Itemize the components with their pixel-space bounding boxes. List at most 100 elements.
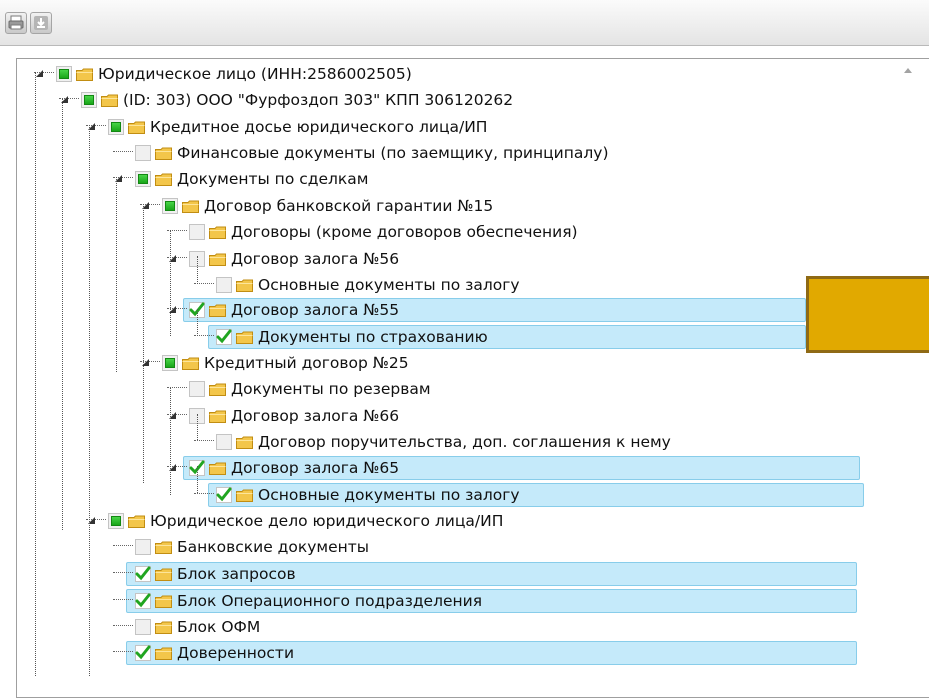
tree-node-label[interactable]: Договор банковской гарантии №15: [204, 196, 493, 216]
tree-node[interactable]: Финансовые документы (по заемщику, принц…: [0, 140, 929, 166]
checkbox[interactable]: [135, 619, 151, 635]
checkbox[interactable]: [216, 277, 232, 293]
tree-node-label[interactable]: (ID: 303) ООО "Фурфоздоп 303" КПП 306120…: [123, 90, 513, 110]
tree-node[interactable]: Договор поручительства, доп. соглашения …: [0, 429, 929, 455]
tree-connector: [113, 572, 133, 574]
tree-node[interactable]: Блок Операционного подразделения: [0, 588, 929, 614]
tree-node-label[interactable]: Доверенности: [177, 643, 294, 663]
expand-toggle-icon[interactable]: [140, 355, 152, 367]
tree-node-label[interactable]: Блок Операционного подразделения: [177, 591, 482, 611]
expand-toggle-icon[interactable]: [113, 171, 125, 183]
expand-toggle-icon[interactable]: [167, 408, 179, 420]
folder-icon: [236, 330, 253, 344]
checkbox[interactable]: [108, 513, 124, 529]
tree-connector: [194, 493, 214, 495]
tree-node-label[interactable]: Документы по сделкам: [177, 169, 368, 189]
expand-toggle-icon[interactable]: [86, 513, 98, 525]
checkbox[interactable]: [216, 329, 232, 345]
folder-icon: [182, 356, 199, 370]
folder-icon: [236, 488, 253, 502]
tree-node-label[interactable]: Финансовые документы (по заемщику, принц…: [177, 143, 609, 163]
tree-node[interactable]: Договор залога №55: [0, 297, 929, 323]
tree-node-label[interactable]: Договор залога №56: [231, 249, 399, 269]
tree-node-label[interactable]: Юридическое лицо (ИНН:2586002505): [98, 64, 412, 84]
tree-node-label[interactable]: Основные документы по залогу: [258, 485, 520, 505]
tree-node-label[interactable]: Банковские документы: [177, 537, 369, 557]
folder-icon: [209, 461, 226, 475]
tree-node-label[interactable]: Кредитный договор №25: [204, 353, 409, 373]
folder-icon: [128, 120, 145, 134]
folder-icon: [76, 67, 93, 81]
expand-toggle-icon[interactable]: [167, 302, 179, 314]
tree-node[interactable]: Договор банковской гарантии №15: [0, 193, 929, 219]
checkbox[interactable]: [162, 198, 178, 214]
folder-icon: [155, 567, 172, 581]
checkbox[interactable]: [216, 487, 232, 503]
tree-node-label[interactable]: Основные документы по залогу: [258, 275, 520, 295]
tree-node-label[interactable]: Документы по страхованию: [258, 327, 488, 347]
print-button[interactable]: [5, 12, 27, 34]
folder-icon: [155, 540, 172, 554]
tree-node[interactable]: Документы по сделкам: [0, 166, 929, 192]
tree-node[interactable]: Юридическое лицо (ИНН:2586002505): [0, 61, 929, 87]
tree-node[interactable]: Договоры (кроме договоров обеспечения): [0, 219, 929, 245]
expand-toggle-icon[interactable]: [140, 198, 152, 210]
folder-icon: [101, 93, 118, 107]
expand-toggle-icon[interactable]: [167, 251, 179, 263]
expand-toggle-icon[interactable]: [167, 460, 179, 472]
tree-node[interactable]: Юридическое дело юридического лица/ИП: [0, 508, 929, 534]
folder-icon: [209, 225, 226, 239]
download-icon: [34, 16, 48, 30]
tree-connector: [113, 545, 133, 547]
tree-guide-line: [170, 388, 171, 495]
checkbox[interactable]: [135, 593, 151, 609]
tree-node[interactable]: Банковские документы: [0, 534, 929, 560]
tree-node-label[interactable]: Юридическое дело юридического лица/ИП: [150, 511, 503, 531]
folder-icon: [182, 199, 199, 213]
tree-node[interactable]: Документы по страхованию: [0, 324, 929, 350]
tree-node-label[interactable]: Договор залога №65: [231, 458, 399, 478]
checkbox[interactable]: [189, 381, 205, 397]
folder-icon: [155, 620, 172, 634]
tree-node[interactable]: Договор залога №65: [0, 455, 929, 481]
tree-node-label[interactable]: Договор залога №66: [231, 406, 399, 426]
tree-node[interactable]: Договор залога №56: [0, 246, 929, 272]
tree-node[interactable]: Договор залога №66: [0, 403, 929, 429]
tree-node[interactable]: Документы по резервам: [0, 376, 929, 402]
checkbox[interactable]: [135, 145, 151, 161]
checkbox[interactable]: [162, 355, 178, 371]
tree-node[interactable]: (ID: 303) ООО "Фурфоздоп 303" КПП 306120…: [0, 87, 929, 113]
checkbox[interactable]: [216, 434, 232, 450]
checkbox[interactable]: [81, 92, 97, 108]
tree-node-label[interactable]: Блок ОФМ: [177, 617, 260, 637]
checkbox[interactable]: [135, 566, 151, 582]
expand-toggle-icon[interactable]: [86, 119, 98, 131]
checkbox[interactable]: [135, 645, 151, 661]
tree-node-label[interactable]: Договоры (кроме договоров обеспечения): [231, 222, 578, 242]
tree-node-label[interactable]: Договор поручительства, доп. соглашения …: [258, 432, 671, 452]
tree-node[interactable]: Доверенности: [0, 640, 929, 666]
tree-node[interactable]: Блок ОФМ: [0, 614, 929, 640]
tree-node-label[interactable]: Договор залога №55: [231, 300, 399, 320]
tree-guide-line: [89, 125, 90, 676]
checkbox[interactable]: [108, 119, 124, 135]
checkbox[interactable]: [56, 66, 72, 82]
folder-icon: [209, 382, 226, 396]
tree-node[interactable]: Блок запросов: [0, 561, 929, 587]
checkbox[interactable]: [135, 539, 151, 555]
printer-icon: [8, 15, 24, 30]
tree-node[interactable]: Кредитный договор №25: [0, 350, 929, 376]
tree-node-label[interactable]: Документы по резервам: [231, 379, 431, 399]
tree-guide-line: [197, 309, 198, 336]
download-button[interactable]: [30, 12, 52, 34]
checkbox[interactable]: [189, 224, 205, 240]
tree-node[interactable]: Основные документы по залогу: [0, 272, 929, 298]
tree-node-label[interactable]: Кредитное досье юридического лица/ИП: [150, 117, 487, 137]
checkbox[interactable]: [135, 171, 151, 187]
tree-node[interactable]: Кредитное досье юридического лица/ИП: [0, 114, 929, 140]
expand-toggle-icon[interactable]: [59, 92, 71, 104]
tree-node[interactable]: Основные документы по залогу: [0, 482, 929, 508]
folder-icon: [209, 303, 226, 317]
tree-node-label[interactable]: Блок запросов: [177, 564, 296, 584]
toolbar: [0, 0, 929, 46]
